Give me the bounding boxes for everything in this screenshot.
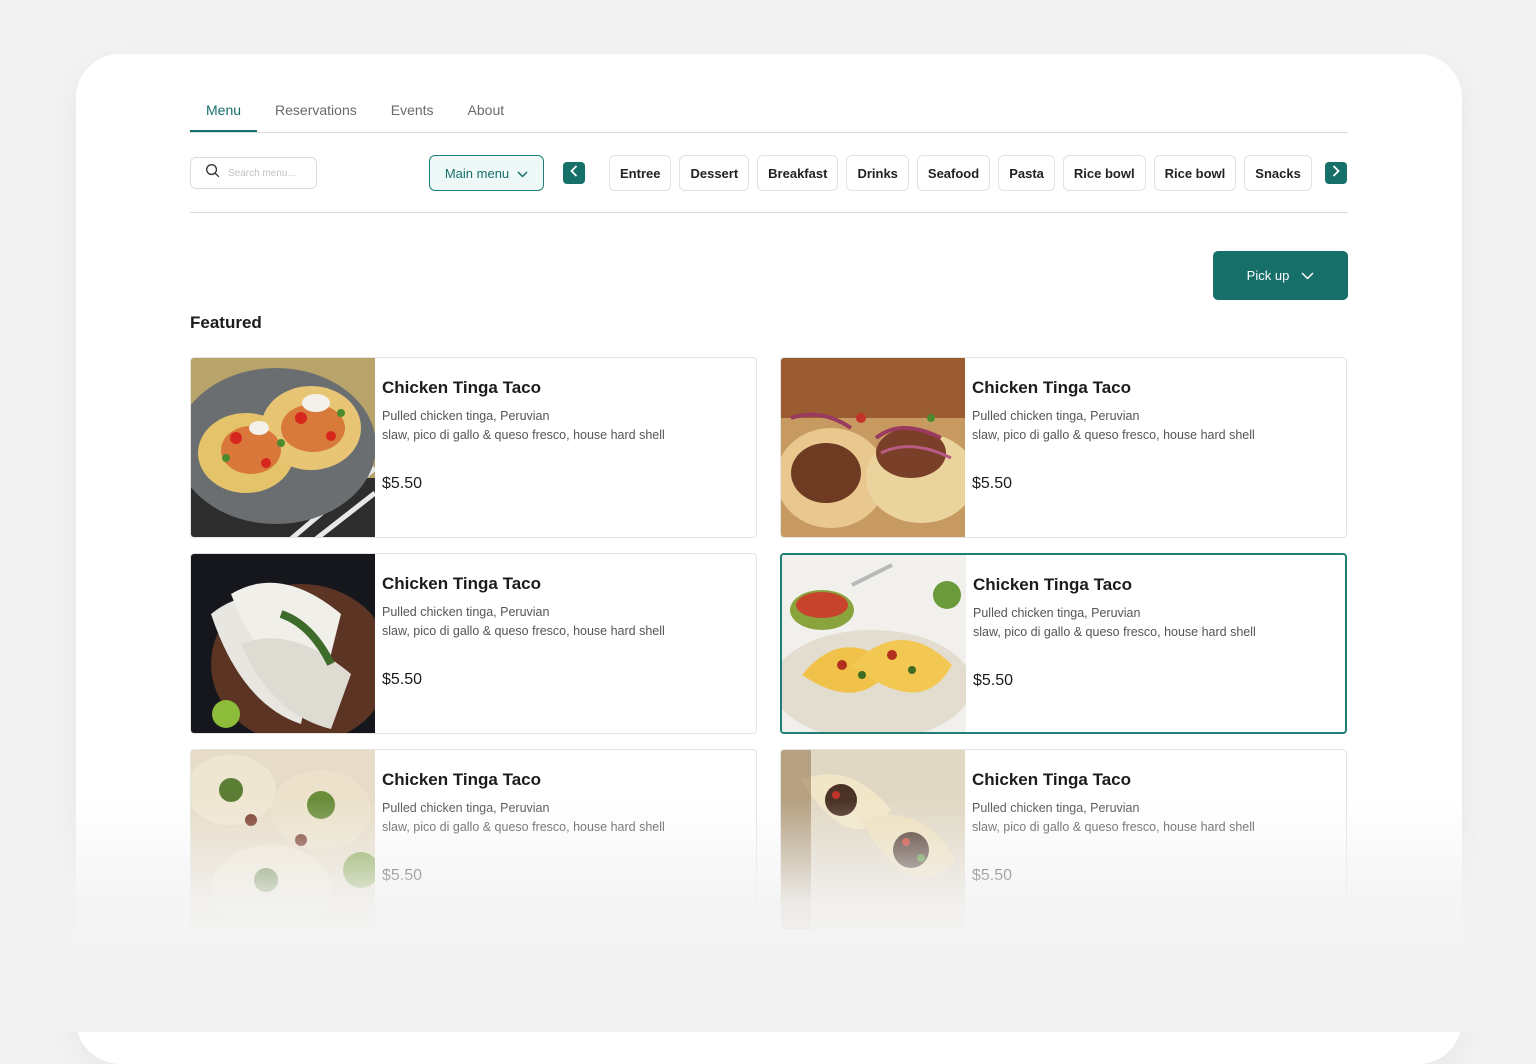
menu-item-card[interactable]: Chicken Tinga Taco Pulled chicken tinga,… (780, 749, 1347, 930)
category-chip-dessert[interactable]: Dessert (679, 155, 750, 191)
menu-item-description: Pulled chicken tinga, Peruvian slaw, pic… (382, 799, 692, 837)
category-chip-snacks[interactable]: Snacks (1244, 155, 1312, 191)
tab-events[interactable]: Events (375, 98, 450, 127)
menu-item-description: Pulled chicken tinga, Peruvian slaw, pic… (972, 407, 1282, 445)
menu-item-info: Chicken Tinga Taco Pulled chicken tinga,… (382, 770, 746, 885)
order-type-dropdown[interactable]: Pick up (1213, 251, 1348, 300)
category-chip-seafood[interactable]: Seafood (916, 155, 991, 191)
nav-tabs: Menu Reservations Events About (190, 98, 1348, 133)
menu-item-desc-line1: Pulled chicken tinga, Peruvian (972, 801, 1140, 815)
search-box[interactable] (190, 157, 317, 189)
divider (190, 212, 1348, 213)
menu-item-desc-line2: slaw, pico di gallo & queso fresco, hous… (973, 625, 1256, 639)
menu-item-price: $5.50 (972, 867, 1013, 884)
categories-next-button[interactable] (1325, 162, 1347, 184)
food-image (191, 750, 379, 929)
app-window: Menu Reservations Events About Main menu (76, 54, 1462, 1064)
menu-item-description: Pulled chicken tinga, Peruvian slaw, pic… (382, 407, 692, 445)
menu-item-info: Chicken Tinga Taco Pulled chicken tinga,… (382, 378, 746, 493)
food-image (191, 554, 391, 733)
section-title: Featured (190, 313, 262, 332)
menu-item-price: $5.50 (382, 867, 423, 884)
menu-select[interactable]: Main menu (429, 155, 544, 191)
menu-item-title: Chicken Tinga Taco (973, 575, 1133, 594)
menu-item-desc-line1: Pulled chicken tinga, Peruvian (973, 606, 1141, 620)
category-chip-breakfast[interactable]: Breakfast (757, 155, 839, 191)
menu-item-description: Pulled chicken tinga, Peruvian slaw, pic… (972, 799, 1282, 837)
menu-item-title: Chicken Tinga Taco (382, 574, 542, 593)
filter-bar: Main menu Entree Dessert Breakfast Drink… (190, 155, 1348, 191)
menu-item-card[interactable]: Chicken Tinga Taco Pulled chicken tinga,… (190, 553, 757, 734)
menu-item-card[interactable]: Chicken Tinga Taco Pulled chicken tinga,… (190, 749, 757, 930)
menu-item-info: Chicken Tinga Taco Pulled chicken tinga,… (382, 574, 746, 689)
food-image (781, 358, 976, 537)
menu-item-title: Chicken Tinga Taco (382, 378, 542, 397)
menu-item-card[interactable]: Chicken Tinga Taco Pulled chicken tinga,… (190, 357, 757, 538)
category-chip-pasta[interactable]: Pasta (998, 155, 1055, 191)
menu-item-desc-line2: slaw, pico di gallo & queso fresco, hous… (972, 428, 1255, 442)
menu-item-card-selected[interactable]: Chicken Tinga Taco Pulled chicken tinga,… (780, 553, 1347, 734)
categories-prev-button[interactable] (563, 162, 585, 184)
menu-item-title: Chicken Tinga Taco (972, 770, 1132, 789)
category-chip-rice-bowl-2[interactable]: Rice bowl (1153, 155, 1237, 191)
food-image (191, 358, 377, 537)
menu-item-desc-line1: Pulled chicken tinga, Peruvian (972, 409, 1140, 423)
tab-menu[interactable]: Menu (190, 98, 258, 132)
food-image (782, 555, 972, 732)
category-chip-rice-bowl[interactable]: Rice bowl (1062, 155, 1146, 191)
search-input[interactable] (226, 166, 310, 180)
menu-item-desc-line1: Pulled chicken tinga, Peruvian (382, 801, 550, 815)
chevron-right-icon (1332, 164, 1340, 182)
menu-item-description: Pulled chicken tinga, Peruvian slaw, pic… (382, 603, 692, 641)
menu-item-info: Chicken Tinga Taco Pulled chicken tinga,… (972, 378, 1336, 493)
menu-item-price: $5.50 (972, 475, 1013, 492)
chevron-left-icon (570, 164, 578, 182)
menu-item-desc-line2: slaw, pico di gallo & queso fresco, hous… (382, 428, 665, 442)
search-icon (205, 163, 220, 183)
tab-reservations[interactable]: Reservations (259, 98, 373, 127)
menu-item-title: Chicken Tinga Taco (972, 378, 1132, 397)
category-chip-drinks[interactable]: Drinks (846, 155, 909, 191)
menu-item-info: Chicken Tinga Taco Pulled chicken tinga,… (972, 770, 1336, 885)
tab-about[interactable]: About (452, 98, 521, 127)
chevron-down-icon (1301, 268, 1314, 283)
menu-item-price: $5.50 (382, 475, 423, 492)
chevron-down-icon (517, 166, 528, 181)
menu-item-desc-line2: slaw, pico di gallo & queso fresco, hous… (382, 820, 665, 834)
menu-item-desc-line2: slaw, pico di gallo & queso fresco, hous… (382, 624, 665, 638)
menu-item-price: $5.50 (973, 672, 1014, 689)
menu-select-label: Main menu (444, 165, 510, 181)
category-chips: Entree Dessert Breakfast Drinks Seafood … (609, 155, 1312, 191)
menu-item-desc-line1: Pulled chicken tinga, Peruvian (382, 409, 550, 423)
category-chip-entree[interactable]: Entree (609, 155, 672, 191)
food-image (781, 750, 965, 929)
menu-item-title: Chicken Tinga Taco (382, 770, 542, 789)
menu-item-card[interactable]: Chicken Tinga Taco Pulled chicken tinga,… (780, 357, 1347, 538)
menu-item-description: Pulled chicken tinga, Peruvian slaw, pic… (973, 604, 1283, 642)
menu-item-price: $5.50 (382, 671, 423, 688)
menu-item-desc-line2: slaw, pico di gallo & queso fresco, hous… (972, 820, 1255, 834)
menu-item-info: Chicken Tinga Taco Pulled chicken tinga,… (973, 575, 1335, 690)
menu-item-desc-line1: Pulled chicken tinga, Peruvian (382, 605, 550, 619)
order-type-label: Pick up (1246, 268, 1290, 283)
